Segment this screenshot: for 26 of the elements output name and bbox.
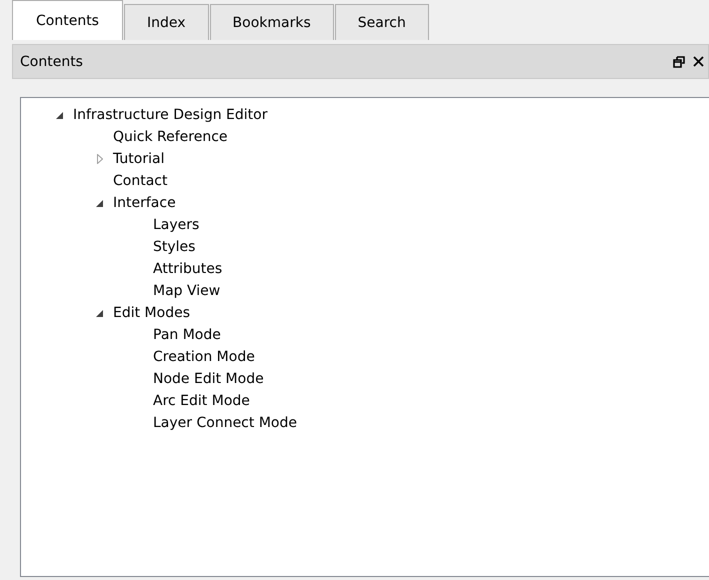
expanded-arrow-icon[interactable] (96, 310, 103, 316)
tree-item[interactable]: Arc Edit Mode (153, 393, 250, 409)
panel-title: Contents (20, 54, 84, 70)
tree-item[interactable]: Infrastructure Design Editor (73, 107, 268, 123)
tree-item[interactable]: Contact (113, 173, 168, 189)
tree-item[interactable]: Creation Mode (153, 349, 255, 365)
tab[interactable]: Search (334, 4, 429, 40)
tree-item[interactable]: Edit Modes (113, 305, 190, 321)
expanded-arrow-icon[interactable] (56, 112, 63, 118)
float-icon[interactable] (673, 56, 685, 68)
collapsed-arrow-icon[interactable] (97, 154, 103, 164)
tree-item[interactable]: Interface (113, 195, 176, 211)
tab[interactable]: Bookmarks (210, 4, 334, 40)
tab[interactable]: Contents (12, 0, 123, 40)
tree-item[interactable]: Layer Connect Mode (153, 415, 297, 431)
tree-item[interactable]: Map View (153, 283, 220, 299)
tree-item[interactable]: Tutorial (113, 151, 164, 167)
tree-item[interactable]: Styles (153, 239, 196, 255)
tab[interactable]: Index (124, 4, 209, 40)
expanded-arrow-icon[interactable] (96, 200, 103, 206)
tree-item[interactable]: Attributes (153, 261, 222, 277)
close-icon[interactable] (693, 56, 704, 67)
tree-item[interactable]: Layers (153, 217, 200, 233)
tree-item[interactable]: Pan Mode (153, 327, 221, 343)
tree-item[interactable]: Node Edit Mode (153, 371, 264, 387)
tree-item[interactable]: Quick Reference (113, 129, 228, 145)
